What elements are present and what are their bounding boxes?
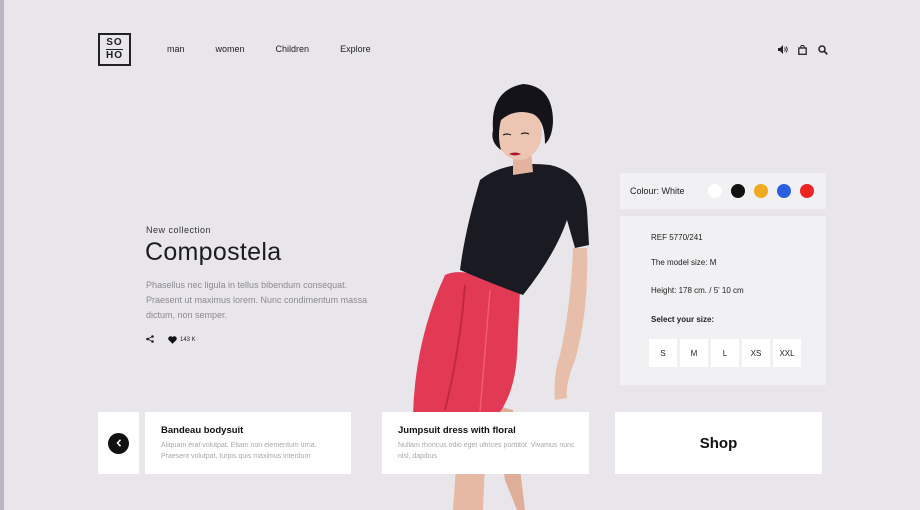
product-card[interactable]: Jumpsuit dress with floral Nullam rhoncu…: [382, 412, 589, 474]
product-card-title: Jumpsuit dress with floral: [398, 425, 516, 436]
chevron-left-icon[interactable]: [108, 432, 129, 454]
size-option-l[interactable]: L: [711, 339, 739, 367]
product-description: Phasellus nec ligula in tellus bibendum …: [146, 280, 368, 320]
swatch-yellow[interactable]: [754, 184, 768, 198]
swatch-black[interactable]: [731, 184, 745, 198]
nav-item-women[interactable]: women: [216, 44, 245, 54]
prev-card-button: [98, 412, 139, 474]
search-icon[interactable]: [817, 44, 828, 55]
brand-logo[interactable]: SO HO: [98, 33, 131, 66]
size-option-xs[interactable]: XS: [742, 339, 770, 367]
nav-item-man[interactable]: man: [167, 44, 185, 54]
size-option-s[interactable]: S: [649, 339, 677, 367]
like-count: 143 K: [180, 337, 196, 343]
size-option-m[interactable]: M: [680, 339, 708, 367]
header-icons: [777, 44, 828, 55]
product-card-description: Aliquam erat volutpat. Etiam non element…: [161, 442, 317, 460]
logo-top-text: SO: [106, 37, 123, 48]
colour-label: Colour: White: [630, 186, 685, 196]
main-nav: man women Children Explore: [167, 44, 402, 54]
size-option-xxl[interactable]: XXL: [773, 339, 801, 367]
swatch-blue[interactable]: [777, 184, 791, 198]
product-details-panel: REF 5770/241 The model size: M Height: 1…: [620, 216, 826, 385]
model-height: Height: 178 cm. / 5' 10 cm: [651, 286, 744, 295]
frame-edge: [0, 0, 4, 510]
product-card-title: Bandeau bodysuit: [161, 425, 244, 436]
social-actions: 143 K: [146, 335, 196, 345]
swatch-red[interactable]: [800, 184, 814, 198]
product-title: Compostela: [145, 238, 282, 266]
swatch-white[interactable]: [708, 184, 722, 198]
colour-selector: Colour: White: [620, 173, 826, 209]
model-size: The model size: M: [651, 258, 717, 267]
nav-item-explore[interactable]: Explore: [340, 44, 371, 54]
shop-button[interactable]: Shop: [615, 412, 822, 474]
product-ref: REF 5770/241: [651, 233, 703, 242]
select-size-label: Select your size:: [651, 315, 715, 324]
bag-icon[interactable]: [797, 44, 808, 55]
product-card-description: Nullam rhoncus odio eget ultrices portti…: [398, 442, 575, 460]
speaker-icon[interactable]: [777, 44, 788, 55]
collection-eyebrow: New collection: [146, 225, 212, 235]
size-options: S M L XS XXL: [649, 339, 801, 367]
logo-bottom-text: HO: [106, 49, 123, 61]
share-icon[interactable]: [146, 335, 154, 345]
like-button[interactable]: 143 K: [168, 336, 196, 344]
product-card[interactable]: Bandeau bodysuit Aliquam erat volutpat. …: [145, 412, 351, 474]
nav-item-children[interactable]: Children: [276, 44, 310, 54]
heart-icon: [168, 336, 177, 344]
